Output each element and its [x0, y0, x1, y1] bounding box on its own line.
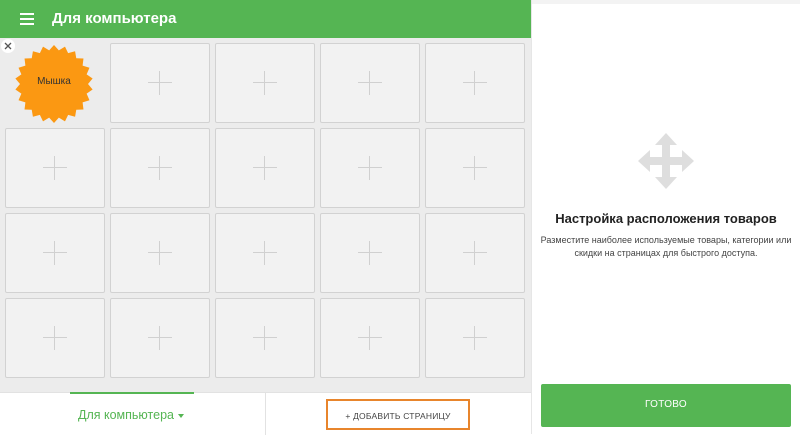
- grid-cell-empty[interactable]: [215, 298, 315, 378]
- plus-icon: [148, 241, 172, 265]
- plus-icon: [148, 156, 172, 180]
- plus-icon: [43, 156, 67, 180]
- grid-cell-empty[interactable]: [320, 128, 420, 208]
- add-page-label: + ДОБАВИТЬ СТРАНИЦУ: [345, 411, 451, 421]
- info-panel: Настройка расположения товаров Разместит…: [531, 0, 800, 434]
- grid-cell-empty[interactable]: [425, 213, 525, 293]
- page-tab-label: Для компьютера: [78, 408, 174, 422]
- plus-icon: [358, 156, 382, 180]
- plus-icon: [358, 326, 382, 350]
- grid-cell-empty[interactable]: [320, 213, 420, 293]
- grid-cell-empty[interactable]: [425, 298, 525, 378]
- grid-cell-empty[interactable]: [5, 128, 105, 208]
- product-grid: Мышка: [1, 39, 525, 378]
- grid-cell-empty[interactable]: [110, 298, 210, 378]
- menu-icon[interactable]: [20, 13, 34, 25]
- add-page-button[interactable]: + ДОБАВИТЬ СТРАНИЦУ: [326, 399, 470, 430]
- move-icon: [638, 133, 694, 189]
- done-label: ГОТОВО: [645, 399, 687, 410]
- done-button[interactable]: ГОТОВО: [541, 384, 791, 427]
- plus-icon: [148, 326, 172, 350]
- panel-description: Разместите наиболее используемые товары,…: [540, 235, 792, 258]
- grid-cell-empty[interactable]: [215, 43, 315, 123]
- page-bar: Для компьютера + ДОБАВИТЬ СТРАНИЦУ: [0, 392, 531, 435]
- plus-icon: [43, 241, 67, 265]
- grid-cell-filled[interactable]: Мышка: [1, 39, 105, 123]
- plus-icon: [148, 71, 172, 95]
- product-label: Мышка: [37, 76, 71, 87]
- page-title: Для компьютера: [52, 10, 177, 27]
- grid-cell-empty[interactable]: [320, 43, 420, 123]
- plus-icon: [463, 326, 487, 350]
- plus-icon: [463, 71, 487, 95]
- divider: [265, 393, 266, 435]
- grid-cell-empty[interactable]: [425, 43, 525, 123]
- plus-icon: [253, 326, 277, 350]
- plus-icon: [358, 71, 382, 95]
- grid-cell-empty[interactable]: [110, 213, 210, 293]
- grid-cell-empty[interactable]: [5, 213, 105, 293]
- caret-down-icon: [178, 414, 184, 418]
- plus-icon: [253, 156, 277, 180]
- plus-icon: [253, 241, 277, 265]
- grid-cell-empty[interactable]: [215, 213, 315, 293]
- plus-icon: [463, 156, 487, 180]
- product-grid-area: Мышка: [0, 38, 531, 392]
- grid-cell-empty[interactable]: [110, 43, 210, 123]
- page-tab[interactable]: Для компьютера: [70, 392, 194, 434]
- grid-cell-empty[interactable]: [215, 128, 315, 208]
- close-icon[interactable]: [1, 39, 15, 53]
- grid-cell-empty[interactable]: [5, 298, 105, 378]
- panel-title: Настройка расположения товаров: [555, 211, 777, 226]
- app-bar: Для компьютера: [0, 0, 531, 38]
- plus-icon: [463, 241, 487, 265]
- plus-icon: [358, 241, 382, 265]
- plus-icon: [253, 71, 277, 95]
- grid-cell-empty[interactable]: [110, 128, 210, 208]
- panel-top-strip: [532, 0, 800, 4]
- layout-editor-panel: Для компьютера Мышка Для компьютера + ДО…: [0, 0, 531, 435]
- grid-cell-empty[interactable]: [425, 128, 525, 208]
- plus-icon: [43, 326, 67, 350]
- grid-cell-empty[interactable]: [320, 298, 420, 378]
